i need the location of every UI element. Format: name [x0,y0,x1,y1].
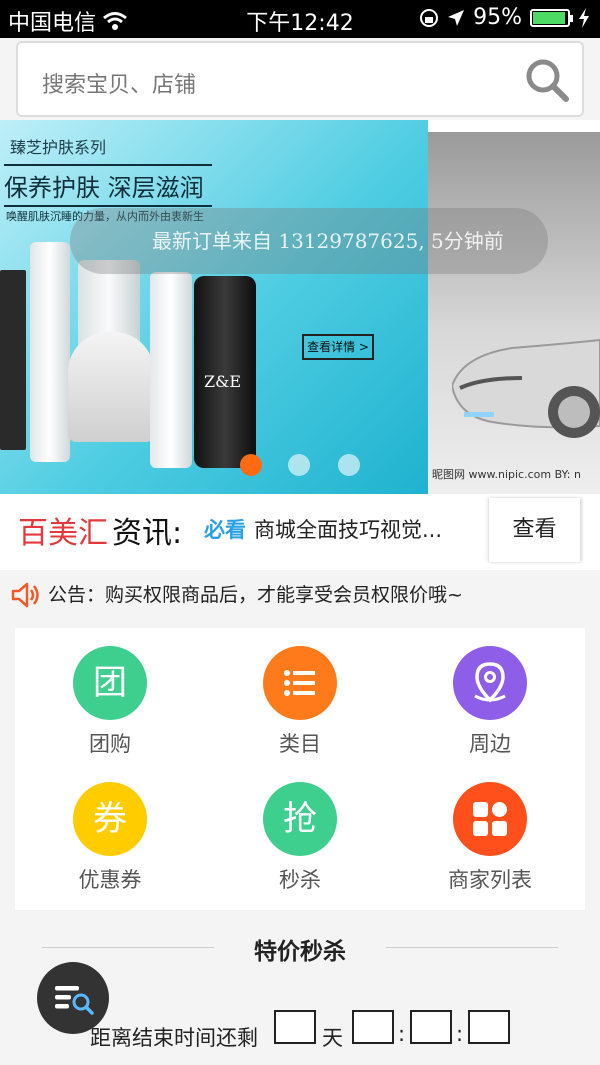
product-brand-label: Z&E [204,372,242,391]
announcement-text: 公告：购买权限商品后，才能享受会员权限价哦~ [48,584,463,606]
countdown-seconds-box [468,1010,510,1044]
countdown-day-unit: 天 [322,1026,343,1050]
view-details-button[interactable]: 查看详情 > [302,334,374,360]
countdown-label: 距离结束时间还剩 [90,1026,258,1050]
news-brand-label: 资讯: [112,516,183,551]
category-label: 商家列表 [448,868,532,892]
carousel-dot-1[interactable] [240,454,262,476]
floating-menu-search-button[interactable] [37,962,109,1034]
category-flash-sale[interactable]: 抢 秒杀 [205,764,395,900]
four-squares-icon [473,802,507,836]
search-bar[interactable]: 搜索宝贝、店铺 [16,41,584,117]
search-icon[interactable] [524,57,570,103]
flash-sale-header: 特价秒杀 [0,930,600,966]
category-merchants[interactable]: 商家列表 [395,764,585,900]
product-box-image [0,270,26,450]
news-view-button[interactable]: 查看 [488,498,580,562]
banner-watermark: 昵图网 www.nipic.com BY: n [432,468,581,481]
status-bar: ●●●●● 中国电信 下午12:42 95% [0,0,600,363]
speaker-icon [11,582,39,608]
category-label: 秒杀 [279,868,321,892]
category-grid: 团 团购 类目 周边 券 优惠券 抢 秒杀 商家列表 [15,628,585,910]
category-label: 周边 [469,732,511,756]
promo-banner-carousel[interactable]: 臻芝护肤系列 保养护肤 深层滋润 唤醒肌肤沉睡的力量，从内而外由衷新生 Z&E … [0,120,600,494]
flash-sale-title: 特价秒杀 [254,939,346,965]
charging-bolt-icon [579,7,589,28]
product-tall-bottle-image [30,242,70,462]
banner-headline: 保养护肤 深层滋润 [4,164,212,207]
category-label: 优惠券 [78,868,142,892]
category-label: 团购 [89,732,131,756]
battery-percent: 95% [473,5,522,30]
countdown-days-box [274,1010,316,1044]
merchant-grid-icon[interactable] [453,782,527,856]
news-must-see-tag: 必看 [204,518,246,542]
category-coupon[interactable]: 券 优惠券 [15,764,205,900]
car-image [452,338,600,438]
coupon-icon[interactable]: 券 [73,782,147,856]
location-arrow-icon [448,9,465,26]
list-search-icon [55,986,94,1015]
banner-slide-skincare[interactable]: 臻芝护肤系列 保养护肤 深层滋润 唤醒肌肤沉睡的力量，从内而外由衷新生 Z&E … [0,120,428,494]
flash-sale-icon[interactable]: 抢 [263,782,337,856]
category-group-buy[interactable]: 团 团购 [15,628,205,764]
orientation-lock-icon [420,8,439,27]
announcement-bar: 公告：购买权限商品后，才能享受会员权限价哦~ [0,570,600,618]
countdown-separator: : [456,1022,464,1046]
location-pin-icon[interactable] [453,646,527,720]
news-brand-red: 百美汇 [18,516,108,551]
countdown-minutes-box [410,1010,452,1044]
latest-order-toast: 最新订单来自 13129787625, 5分钟前 [70,208,548,274]
pin-shape-icon [474,662,506,703]
status-right: 95% [419,5,590,30]
category-catalog[interactable]: 类目 [205,628,395,764]
category-nearby[interactable]: 周边 [395,628,585,764]
product-jar-image [68,332,154,442]
banner-slide-car[interactable]: 昵图网 www.nipic.com BY: n [428,132,600,494]
banner-series-title: 臻芝护肤系列 [10,138,107,157]
divider-right [386,947,558,948]
countdown-hours-box [352,1010,394,1044]
carousel-dot-2[interactable] [288,454,310,476]
news-headline[interactable]: 商城全面技巧视觉... [254,514,442,544]
battery-fill [533,11,565,24]
search-input[interactable]: 搜索宝贝、店铺 [42,67,196,99]
category-label: 类目 [279,732,321,756]
group-buy-icon[interactable]: 团 [73,646,147,720]
countdown-separator: : [398,1022,406,1046]
carousel-dot-3[interactable] [338,454,360,476]
list-lines-icon [284,670,315,696]
news-ticker[interactable]: 百美汇 资讯: 必看 商城全面技巧视觉... 查看 [0,494,600,570]
category-list-icon[interactable] [263,646,337,720]
battery-icon [530,8,573,27]
product-cream-bottle-image [150,272,192,468]
